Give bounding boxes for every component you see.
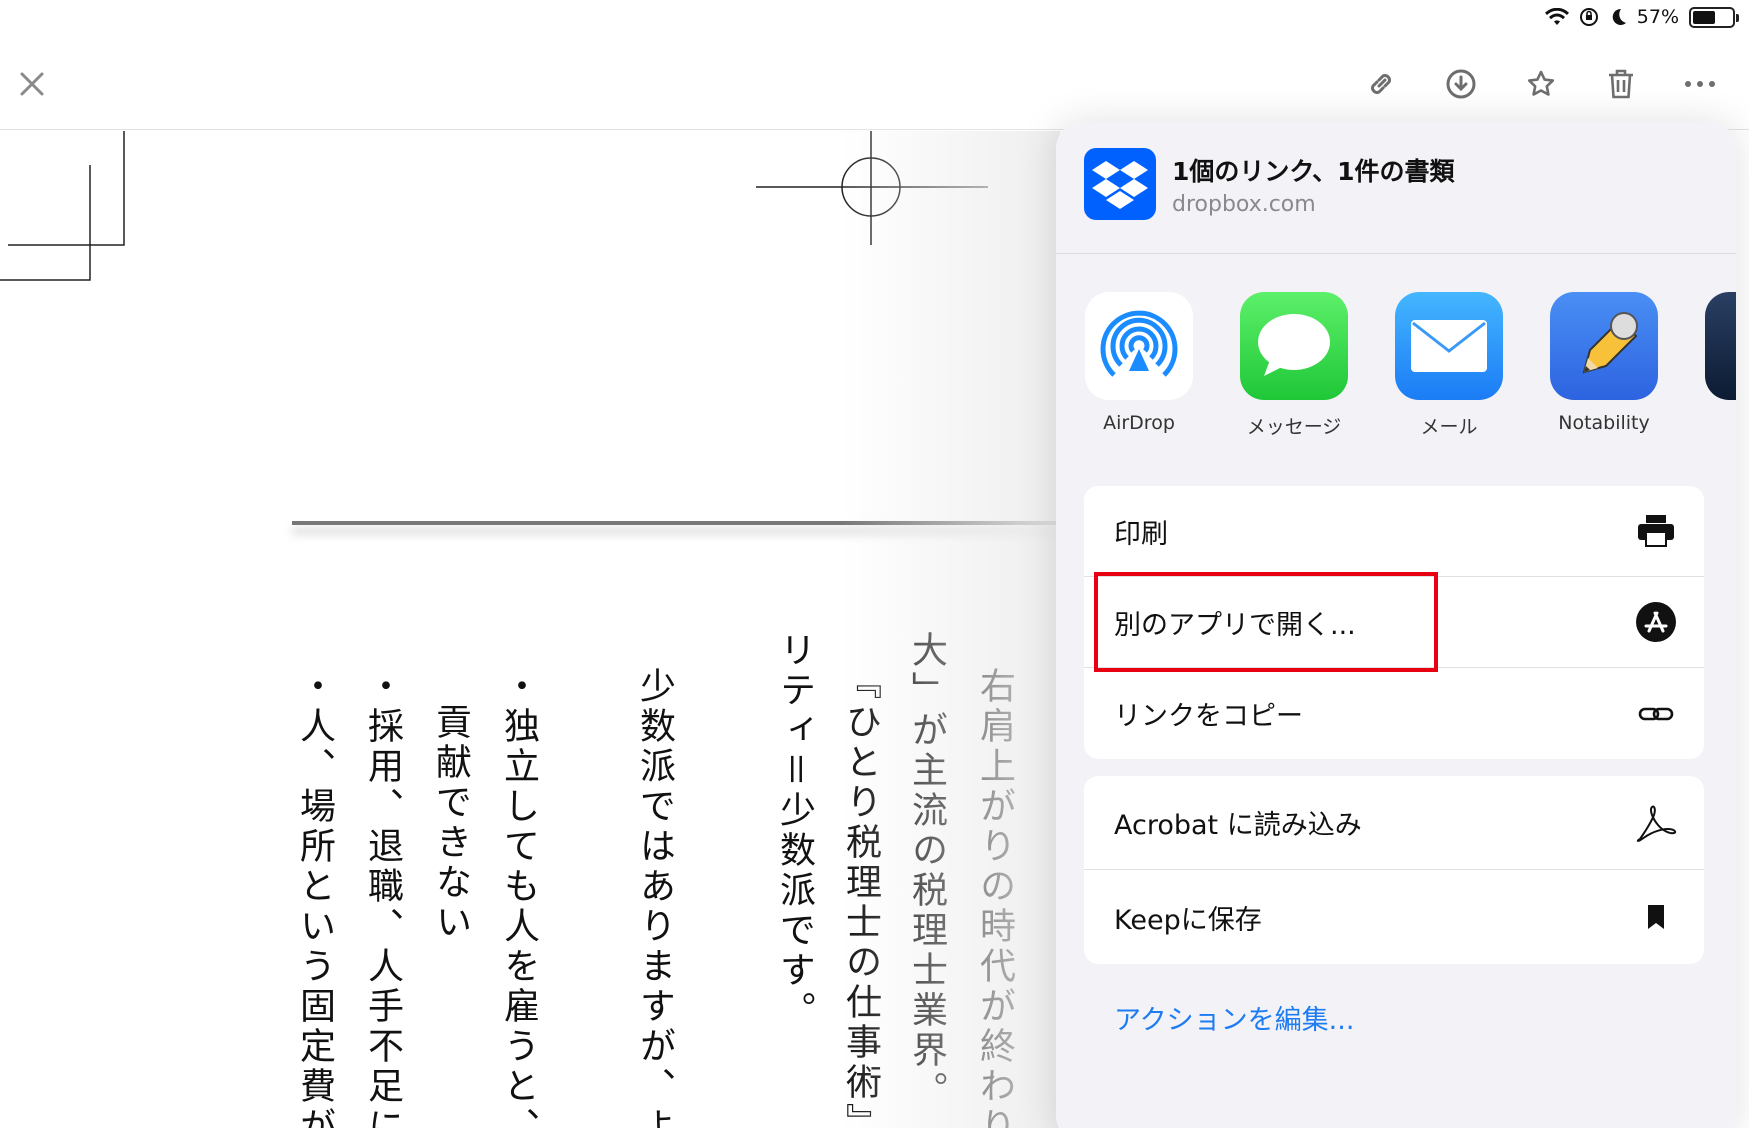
dropbox-icon — [1084, 148, 1156, 220]
keep-row[interactable]: Keepに保存 — [1084, 870, 1704, 964]
text-column: ・人、場所という固定費が — [294, 667, 335, 1128]
share-title: 1個のリンク、1件の書類 — [1172, 157, 1455, 186]
open-in-app-label: 別のアプリで開く... — [1114, 609, 1356, 641]
share-apps-row: AirDrop メッセージ メール Notability — [1084, 292, 1736, 438]
app-label: AirDrop — [1103, 412, 1175, 434]
text-column: 『ひとり税理士の仕事術』を — [840, 663, 881, 1128]
share-subtitle: dropbox.com — [1172, 192, 1316, 217]
airdrop-icon — [1085, 292, 1193, 400]
toolbar — [0, 34, 1749, 130]
app-label: Notability — [1558, 412, 1650, 434]
text-column: ・採用、退職、人手不足に — [362, 667, 403, 1128]
orientation-lock-icon — [1579, 7, 1599, 27]
acrobat-label: Acrobat に読み込み — [1114, 810, 1362, 841]
printer-icon — [1634, 509, 1678, 553]
battery-icon — [1689, 6, 1739, 28]
app-label: メッセージ — [1246, 416, 1342, 438]
star-button[interactable] — [1519, 62, 1563, 106]
notability-icon — [1550, 292, 1658, 400]
print-row[interactable]: 印刷 — [1084, 486, 1704, 577]
download-button[interactable] — [1439, 62, 1483, 106]
copy-link-label: リンクをコピー — [1114, 701, 1303, 732]
text-column: 右肩上がりの時代が終わり — [974, 667, 1015, 1128]
copy-link-row[interactable]: リンクをコピー — [1084, 668, 1704, 759]
status-bar: 57% — [1489, 0, 1749, 34]
app-label: メール — [1420, 416, 1478, 438]
text-column: リティ＝少数派です。 — [774, 631, 815, 1031]
keep-label: Keepに保存 — [1114, 904, 1262, 936]
link-icon — [1634, 692, 1678, 736]
acrobat-icon — [1634, 801, 1678, 845]
download-icon — [1446, 69, 1476, 99]
text-column: 貢献できない — [430, 703, 471, 943]
bookmark-icon — [1634, 895, 1678, 939]
moon-icon — [1609, 7, 1627, 27]
app-partial-icon — [1705, 292, 1736, 400]
edit-actions-link[interactable]: アクションを編集... — [1114, 998, 1354, 1037]
close-icon — [20, 72, 44, 96]
share-sheet: 1個のリンク、1件の書類 dropbox.com AirDrop メッセージ メ… — [1056, 122, 1736, 1128]
battery-percent: 57% — [1636, 6, 1679, 28]
messages-icon — [1240, 292, 1348, 400]
text-column: 大」が主流の税理士業界。 — [906, 631, 947, 1111]
share-sheet-header: 1個のリンク、1件の書類 dropbox.com — [1056, 122, 1736, 254]
document-preview: 右肩上がりの時代が終わり 大」が主流の税理士業界。 『ひとり税理士の仕事術』を … — [0, 131, 1060, 1128]
link-icon — [1371, 74, 1391, 94]
star-icon — [1527, 70, 1555, 96]
open-in-app-row[interactable]: 別のアプリで開く... — [1084, 577, 1704, 668]
text-column: ・独立しても人を雇うと、 — [498, 667, 539, 1128]
mail-icon — [1395, 292, 1503, 400]
app-partial[interactable] — [1704, 292, 1736, 400]
app-store-icon — [1634, 600, 1678, 644]
horizontal-rule — [292, 521, 1060, 525]
more-icon — [1685, 81, 1715, 87]
more-button[interactable] — [1678, 62, 1722, 106]
share-actions-group-2: Acrobat に読み込み Keepに保存 — [1084, 776, 1704, 964]
wifi-icon — [1544, 8, 1569, 26]
app-mail[interactable]: メール — [1394, 292, 1504, 439]
copy-link-toolbar-button[interactable] — [1359, 62, 1403, 106]
close-button[interactable] — [10, 62, 54, 106]
app-notability[interactable]: Notability — [1549, 292, 1659, 434]
app-messages[interactable]: メッセージ — [1239, 292, 1349, 439]
share-actions-group-1: 印刷 別のアプリで開く... リンクをコピー — [1084, 486, 1704, 759]
trash-icon — [1609, 69, 1633, 99]
text-column: 少数派ではありますが、よ — [634, 667, 675, 1128]
delete-button[interactable] — [1599, 62, 1643, 106]
app-airdrop[interactable]: AirDrop — [1084, 292, 1194, 434]
acrobat-row[interactable]: Acrobat に読み込み — [1084, 776, 1704, 870]
print-label: 印刷 — [1114, 518, 1168, 550]
